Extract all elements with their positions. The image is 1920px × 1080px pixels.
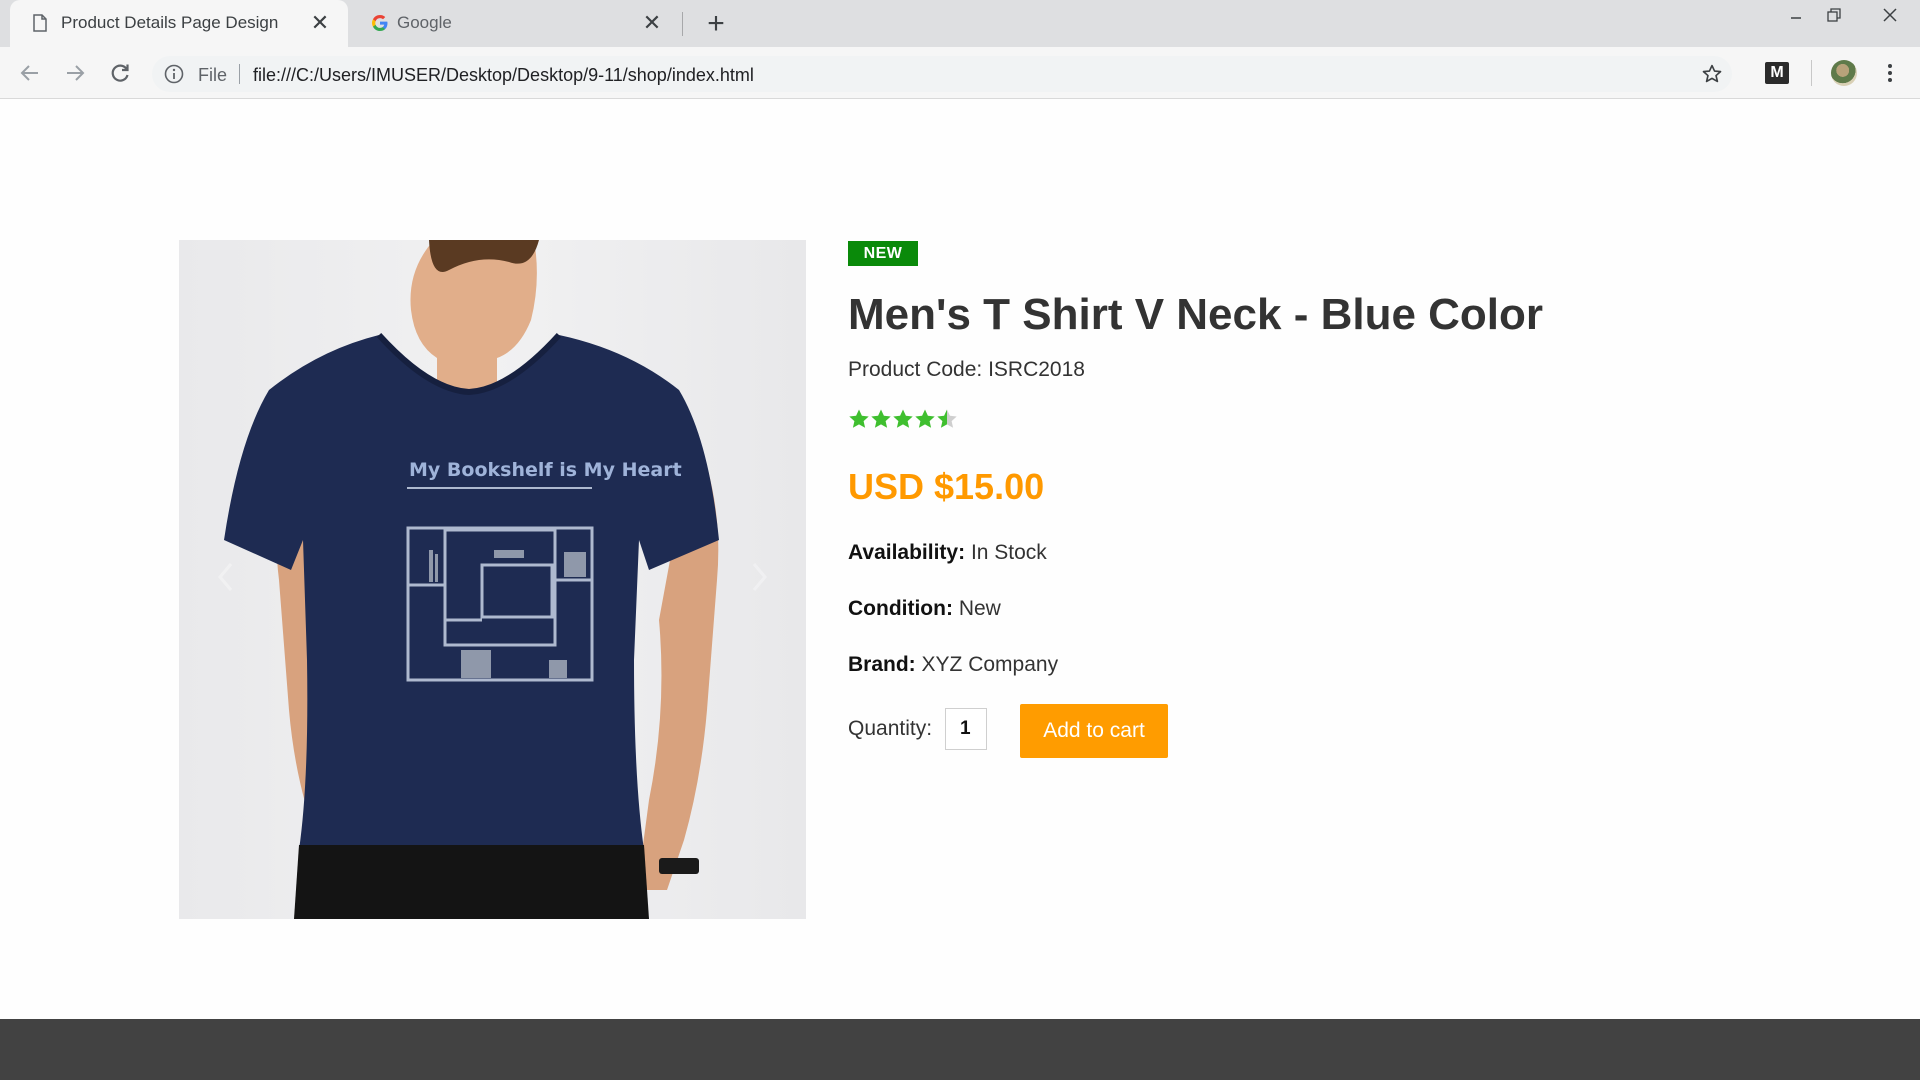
- forward-button[interactable]: [59, 57, 91, 89]
- product-title: Men's T Shirt V Neck - Blue Color: [848, 290, 1544, 339]
- product-image: My Bookshelf is My Heart: [179, 240, 806, 919]
- carousel-next-icon[interactable]: [745, 552, 775, 602]
- new-tab-button[interactable]: +: [700, 7, 732, 40]
- tab-strip: Product Details Page Design ✕ Google ✕ +: [0, 0, 1920, 47]
- brand-line: Brand: XYZ Company: [848, 653, 1058, 677]
- product-price: USD $15.00: [848, 466, 1045, 507]
- toolbar-divider: [1811, 60, 1812, 86]
- brand-label: Brand:: [848, 653, 916, 676]
- condition-line: Condition: New: [848, 597, 1001, 621]
- omnibox-divider: [239, 64, 240, 84]
- quantity-label: Quantity:: [848, 717, 933, 740]
- availability-value: In Stock: [970, 541, 1047, 564]
- product-code: Product Code: ISRC2018: [848, 358, 1085, 381]
- shirt-print-text: My Bookshelf is My Heart: [409, 459, 682, 481]
- document-icon: [30, 13, 50, 33]
- new-badge: NEW: [848, 241, 918, 266]
- tab-title: Product Details Page Design: [61, 13, 279, 32]
- url-text[interactable]: file:///C:/Users/IMUSER/Desktop/Desktop/…: [253, 65, 754, 86]
- brand-value: XYZ Company: [921, 653, 1059, 676]
- extension-m-icon[interactable]: M: [1765, 62, 1789, 84]
- google-icon: [370, 13, 390, 33]
- page-footer: [0, 1019, 1920, 1080]
- info-icon[interactable]: [164, 64, 184, 84]
- bookmark-star-icon[interactable]: [1700, 62, 1724, 86]
- tab-title: Google: [397, 13, 452, 32]
- carousel-prev-icon[interactable]: [210, 552, 240, 602]
- back-button[interactable]: [14, 57, 46, 89]
- profile-avatar[interactable]: [1831, 60, 1857, 86]
- condition-value: New: [958, 597, 1001, 620]
- availability-label: Availability:: [848, 541, 966, 564]
- reload-button[interactable]: [104, 57, 136, 89]
- availability-line: Availability: In Stock: [848, 541, 1047, 565]
- close-icon[interactable]: ✕: [640, 10, 664, 35]
- tab-product-details[interactable]: Product Details Page Design ✕: [10, 0, 348, 47]
- close-window-button[interactable]: [1860, 0, 1920, 30]
- condition-label: Condition:: [848, 597, 953, 620]
- restore-button[interactable]: [1810, 0, 1858, 30]
- scheme-label: File: [198, 65, 228, 85]
- add-to-cart-button[interactable]: Add to cart: [1020, 704, 1168, 758]
- quantity-input[interactable]: [945, 708, 987, 750]
- address-bar[interactable]: File file:///C:/Users/IMUSER/Desktop/Des…: [152, 56, 1732, 92]
- tab-google[interactable]: Google ✕: [350, 0, 680, 47]
- browser-toolbar: File file:///C:/Users/IMUSER/Desktop/Des…: [0, 47, 1920, 99]
- browser-menu-icon[interactable]: [1878, 60, 1902, 86]
- close-icon[interactable]: ✕: [308, 10, 332, 35]
- tshirt-photo: My Bookshelf is My Heart: [224, 240, 719, 919]
- tab-divider: [682, 12, 683, 36]
- rating-stars: [848, 406, 958, 432]
- star-rating-icon: [849, 409, 957, 428]
